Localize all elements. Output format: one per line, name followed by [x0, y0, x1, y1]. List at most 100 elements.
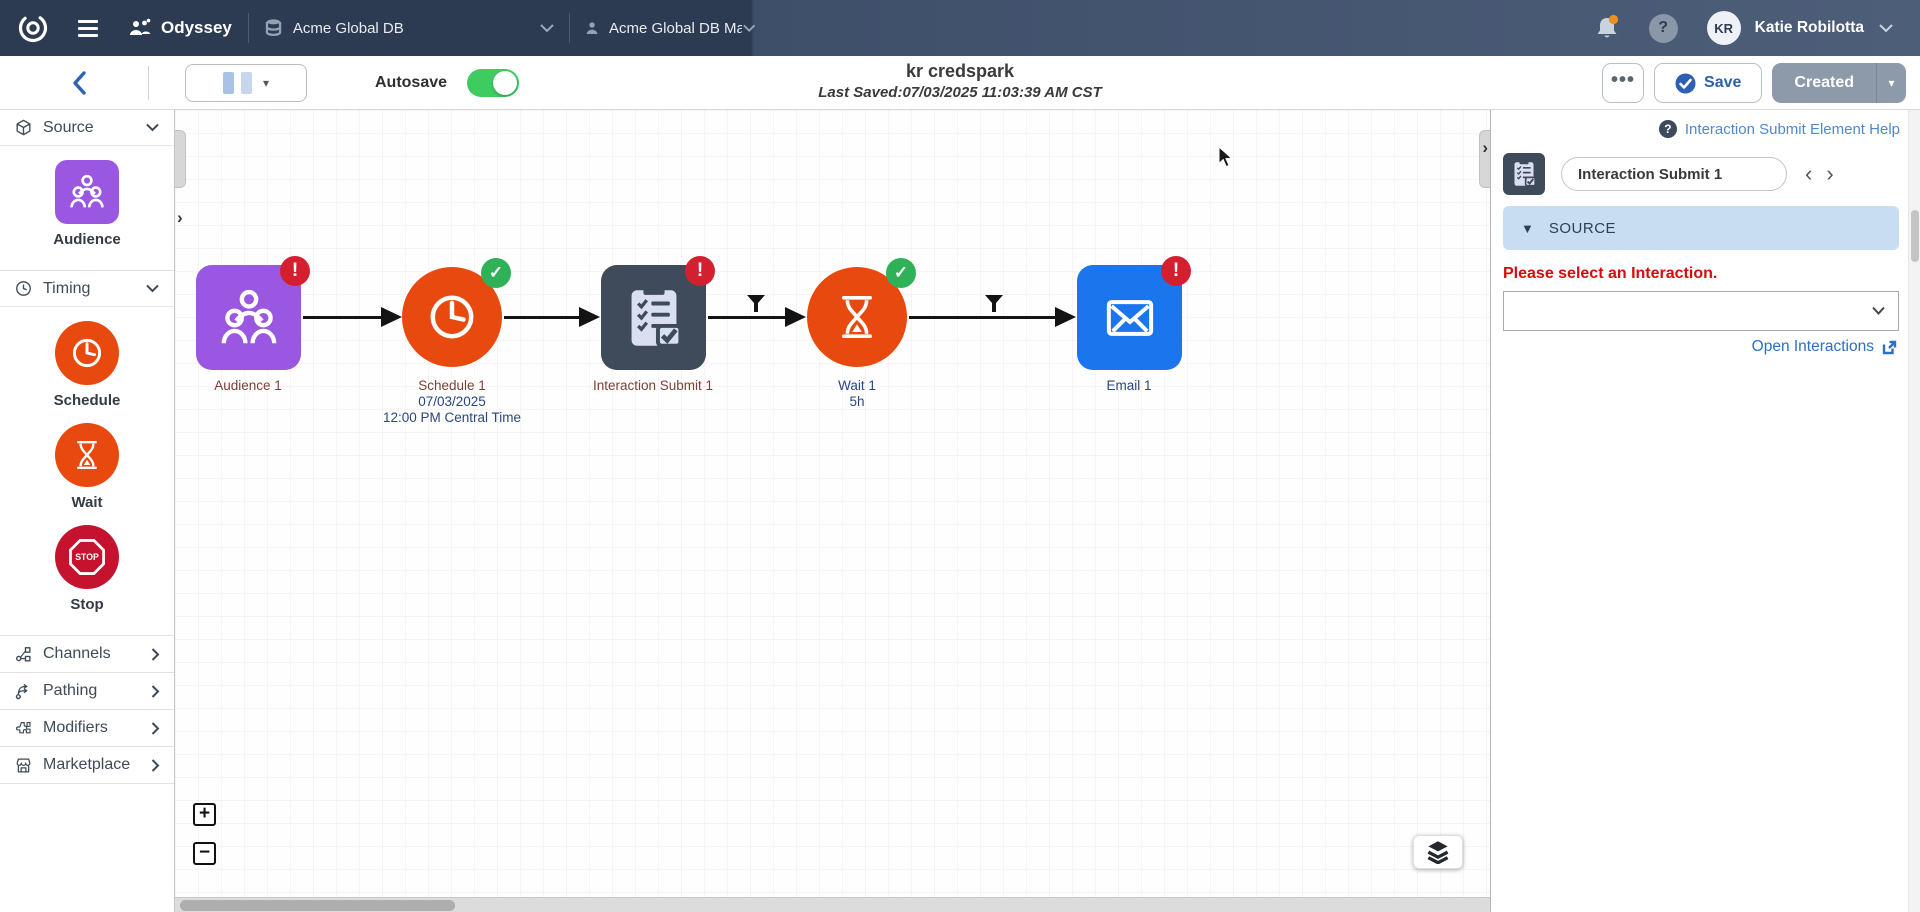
element-properties-panel: ? Interaction Submit Element Help [1490, 110, 1920, 912]
zoom-out-button[interactable]: − [193, 842, 216, 865]
title-block: kr credspark Last Saved:07/03/2025 11:03… [818, 61, 1101, 101]
palette-tile-schedule[interactable]: Schedule [0, 321, 174, 409]
clock-icon [14, 279, 33, 298]
columns-icon [241, 72, 252, 94]
node-label: Wait 1 [737, 378, 977, 394]
palette-section-pathing: Pathing [0, 673, 174, 710]
panel-scrollbar[interactable] [1908, 110, 1920, 912]
check-circle-icon [1675, 73, 1696, 94]
filter-icon[interactable] [985, 295, 1003, 312]
chevron-down-icon [539, 23, 555, 33]
database-selector[interactable]: Acme Global DB [249, 17, 569, 39]
view-options-button[interactable]: ▾ [185, 64, 307, 102]
status-dropdown-caret[interactable]: ▾ [1876, 63, 1906, 103]
hourglass-icon [827, 287, 887, 347]
person-icon [584, 18, 600, 38]
element-name-row: ‹ › [1503, 153, 1834, 195]
interaction-select[interactable] [1503, 291, 1899, 331]
section-header-channels[interactable]: Channels [0, 636, 174, 672]
section-header-modifiers[interactable]: Modifiers [0, 710, 174, 746]
zoom-in-button[interactable]: + [193, 803, 216, 826]
node-label: Email 1 [1009, 378, 1249, 394]
palette-section-source: Source [0, 110, 174, 271]
layers-icon [1425, 840, 1451, 864]
node-sublabel: 07/03/2025 [332, 394, 572, 410]
filter-icon[interactable] [747, 295, 765, 312]
element-help-link[interactable]: ? Interaction Submit Element Help [1659, 120, 1900, 138]
node-audience-1[interactable]: ! [196, 265, 301, 370]
open-interactions-link[interactable]: Open Interactions [1752, 338, 1898, 356]
journey-canvas[interactable]: › › [175, 110, 1490, 912]
status-badge[interactable]: Created [1772, 63, 1876, 103]
section-header-timing[interactable]: Timing [0, 271, 174, 307]
odyssey-app: Odyssey Acme Global DB Acme Global DB Ma… [0, 0, 1920, 912]
stop-sign-icon: STOP [64, 534, 110, 580]
layers-button[interactable] [1413, 835, 1463, 869]
save-label: Save [1704, 74, 1741, 92]
autosave-toggle[interactable] [467, 69, 519, 97]
panel-scrollbar-thumb[interactable] [1911, 210, 1919, 262]
acoustic-logo-icon[interactable] [16, 11, 50, 45]
database-name: Acme Global DB [293, 20, 404, 37]
user-avatar[interactable]: KR [1707, 11, 1741, 45]
edge-wait-email [909, 316, 1055, 319]
source-section-header[interactable]: ▼ SOURCE [1503, 206, 1899, 250]
node-interaction-submit-1[interactable]: ! [601, 265, 706, 370]
help-icon[interactable]: ? [1649, 14, 1678, 43]
chevron-right-icon [151, 647, 160, 662]
validation-message: Please select an Interaction. [1503, 265, 1717, 283]
palette-tile-wait[interactable]: Wait [0, 423, 174, 511]
hamburger-menu-icon[interactable] [78, 20, 98, 37]
mapping-name: Acme Global DB Ma... [609, 20, 742, 37]
more-actions-button[interactable]: ••• [1602, 63, 1644, 103]
chevron-down-icon [1871, 303, 1886, 318]
palette-section-timing: Timing Schedule [0, 271, 174, 636]
audience-icon [65, 170, 109, 214]
product-switcher[interactable]: Odyssey [128, 18, 232, 38]
channels-network-icon [14, 645, 33, 664]
divider [1692, 13, 1693, 43]
node-wait-1[interactable]: ✓ [807, 267, 907, 367]
edge-audience-schedule [303, 316, 381, 319]
save-button[interactable]: Save [1654, 63, 1762, 103]
section-header-marketplace[interactable]: Marketplace [0, 747, 174, 783]
mapping-selector[interactable]: Acme Global DB Ma... [570, 18, 770, 38]
cube-icon [14, 118, 33, 137]
previous-element-chevron-icon[interactable]: ‹ [1805, 164, 1812, 184]
horizontal-scrollbar[interactable] [175, 897, 1490, 912]
notifications-bell-icon[interactable] [1594, 14, 1620, 42]
sidebar-collapse-handle[interactable] [175, 130, 186, 188]
element-palette-sidebar: Source [0, 110, 175, 912]
next-element-chevron-icon[interactable]: › [1826, 164, 1833, 184]
sidebar-collapse-chevron-icon[interactable]: › [177, 208, 183, 228]
section-header-source[interactable]: Source [0, 110, 174, 146]
user-menu-chevron-icon[interactable] [1878, 23, 1894, 33]
palette-tile-stop[interactable]: STOP Stop [0, 525, 174, 613]
scrollbar-thumb[interactable] [180, 900, 455, 911]
user-name: Katie Robilotta [1755, 19, 1864, 37]
success-badge: ✓ [886, 258, 916, 288]
toolbar-actions: ••• Save Created ▾ [1602, 63, 1906, 103]
interaction-submit-icon [1503, 153, 1545, 195]
element-name-input[interactable] [1561, 157, 1787, 191]
status-split-button[interactable]: Created ▾ [1772, 63, 1906, 103]
email-icon [1097, 285, 1163, 351]
svg-text:STOP: STOP [75, 552, 99, 562]
node-schedule-1[interactable]: ✓ [402, 267, 502, 367]
back-button[interactable] [70, 69, 90, 97]
panel-collapse-chevron-icon[interactable]: › [1482, 138, 1488, 158]
node-sublabel: 5h [737, 394, 977, 410]
chevron-down-icon [742, 23, 756, 33]
canvas-toolbar: ▾ Autosave kr credspark Last Saved:07/03… [0, 56, 1920, 110]
last-saved-timestamp: Last Saved:07/03/2025 11:03:39 AM CST [818, 84, 1101, 101]
palette-section-marketplace: Marketplace [0, 747, 174, 784]
columns-icon [223, 72, 234, 94]
people-icon [128, 18, 152, 38]
section-header-pathing[interactable]: Pathing [0, 673, 174, 709]
divider [148, 66, 149, 100]
error-badge: ! [1161, 256, 1191, 286]
node-email-1[interactable]: ! [1077, 265, 1182, 370]
node-sublabel: 12:00 PM Central Time [332, 410, 572, 426]
palette-tile-audience[interactable]: Audience [0, 160, 174, 248]
schedule-clock-icon [66, 332, 108, 374]
